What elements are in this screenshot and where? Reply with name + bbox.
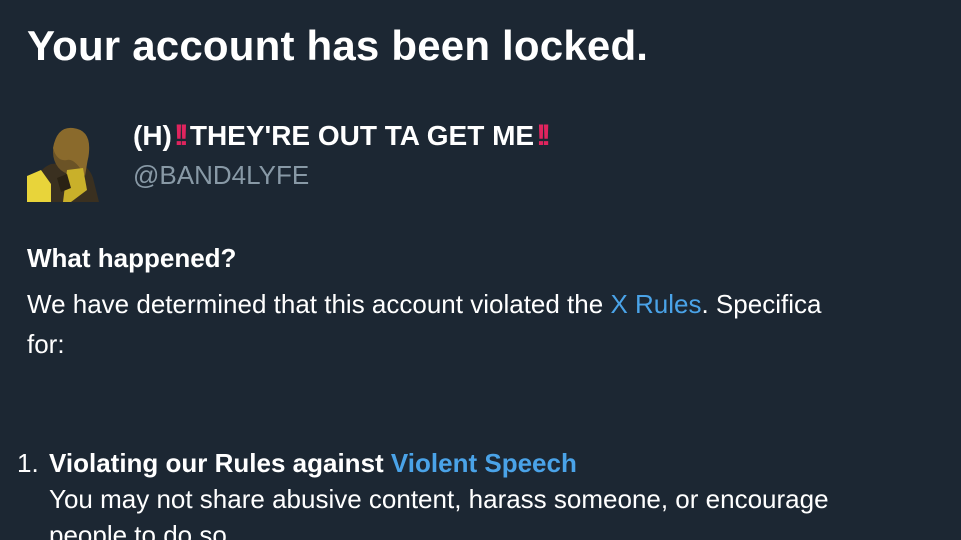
double-exclamation-icon: !! [173, 119, 189, 152]
violation-title: Violating our Rules against Violent Spee… [49, 444, 577, 482]
avatar [27, 118, 103, 202]
name-prefix: (H) [133, 120, 172, 151]
name-main: THEY'RE OUT TA GET ME [189, 120, 535, 151]
account-handle: @BAND4LYFE [133, 160, 310, 190]
x-rules-link[interactable]: X Rules [610, 289, 701, 319]
violation-title-text: Violating our Rules against [49, 448, 391, 478]
body-text: . Specifica [701, 289, 822, 319]
page-title: Your account has been locked. [27, 22, 649, 69]
what-happened-heading: What happened? [27, 243, 237, 273]
double-exclamation-icon: !! [536, 119, 551, 152]
account-display-name: (H) !! THEY'RE OUT TA GET ME !! [133, 118, 552, 154]
violation-desc-line-2: people to do so. [49, 520, 235, 540]
what-happened-line-2: for: [27, 329, 65, 359]
account-card: (H) !! THEY'RE OUT TA GET ME !! @BAND4LY… [27, 118, 552, 202]
violation-number: 1. [17, 448, 39, 478]
what-happened-line-1: We have determined that this account vio… [27, 284, 961, 324]
violation-desc-line-1: You may not share abusive content, haras… [49, 484, 829, 514]
body-text: We have determined that this account vio… [27, 289, 611, 319]
violation-description: You may not share abusive content, haras… [49, 481, 829, 540]
what-happened-body: We have determined that this account vio… [27, 284, 961, 364]
violent-speech-link[interactable]: Violent Speech [391, 448, 577, 478]
